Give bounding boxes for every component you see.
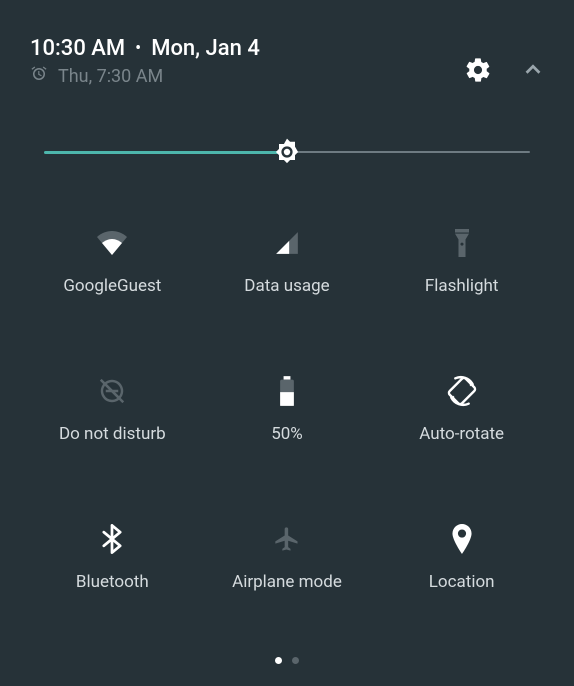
pager-dot-2 — [292, 657, 299, 664]
location-tile[interactable]: Location — [379, 524, 544, 592]
bluetooth-icon — [102, 524, 122, 554]
separator-dot: • — [135, 38, 141, 59]
flashlight-label: Flashlight — [425, 276, 499, 296]
dnd-off-icon — [97, 376, 127, 406]
flashlight-tile[interactable]: Flashlight — [379, 228, 544, 296]
dnd-label: Do not disturb — [59, 424, 166, 444]
brightness-icon — [271, 135, 303, 169]
flashlight-icon — [452, 228, 472, 258]
bluetooth-label: Bluetooth — [76, 572, 149, 592]
alarm-icon — [30, 65, 48, 88]
brightness-slider[interactable] — [30, 136, 544, 168]
clock-date[interactable]: Mon, Jan 4 — [151, 36, 260, 61]
quick-settings-grid: GoogleGuest Data usage Flashlight Do not… — [30, 228, 544, 592]
alarm-row[interactable]: Thu, 7:30 AM — [30, 65, 260, 88]
collapse-button[interactable] — [522, 59, 544, 85]
airplane-tile[interactable]: Airplane mode — [205, 524, 370, 592]
bluetooth-tile[interactable]: Bluetooth — [30, 524, 195, 592]
header: 10:30 AM • Mon, Jan 4 Thu, 7:30 AM — [30, 36, 544, 88]
dnd-tile[interactable]: Do not disturb — [30, 376, 195, 444]
alarm-text: Thu, 7:30 AM — [58, 66, 163, 87]
pager-dot-1 — [275, 657, 282, 664]
autorotate-icon — [446, 376, 478, 406]
autorotate-label: Auto-rotate — [419, 424, 504, 444]
cellular-label: Data usage — [244, 276, 329, 296]
battery-label: 50% — [271, 424, 303, 444]
wifi-icon — [97, 228, 127, 258]
gear-icon — [464, 56, 492, 84]
battery-tile[interactable]: 50% — [205, 376, 370, 444]
location-icon — [451, 524, 473, 554]
chevron-up-icon — [522, 59, 544, 81]
cellular-icon — [274, 228, 300, 258]
location-label: Location — [429, 572, 495, 592]
settings-button[interactable] — [464, 56, 492, 88]
brightness-thumb[interactable] — [271, 136, 303, 168]
airplane-icon — [273, 524, 301, 554]
wifi-label: GoogleGuest — [63, 276, 161, 296]
clock-time: 10:30 AM — [30, 36, 125, 61]
battery-icon — [279, 376, 295, 406]
autorotate-tile[interactable]: Auto-rotate — [379, 376, 544, 444]
wifi-tile[interactable]: GoogleGuest — [30, 228, 195, 296]
cellular-tile[interactable]: Data usage — [205, 228, 370, 296]
airplane-label: Airplane mode — [232, 572, 342, 592]
page-indicator[interactable] — [275, 657, 299, 664]
